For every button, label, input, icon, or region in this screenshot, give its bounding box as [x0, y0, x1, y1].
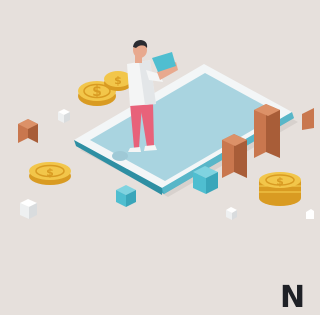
svg-text:$: $: [46, 166, 54, 179]
coin-stack-icon: $: [259, 172, 301, 206]
cube-icon: [116, 185, 136, 207]
home-button: [112, 151, 128, 161]
bar-column-icon: [18, 119, 38, 143]
cube-icon: [306, 209, 314, 219]
bar-column-icon: [254, 104, 280, 158]
cube-icon: [20, 199, 37, 219]
cube-icon: [226, 207, 237, 220]
illustration-canvas: $ $ $ $: [18, 40, 314, 220]
cube-icon: [58, 109, 70, 123]
bar-column-icon: [302, 108, 314, 130]
svg-text:$: $: [114, 74, 122, 87]
finance-illustration: $ $ $ $ N: [0, 0, 314, 313]
dollar-coin-icon: $: [29, 162, 71, 185]
svg-text:$: $: [92, 84, 102, 100]
svg-text:$: $: [276, 175, 284, 188]
bar-column-icon: [222, 134, 247, 178]
